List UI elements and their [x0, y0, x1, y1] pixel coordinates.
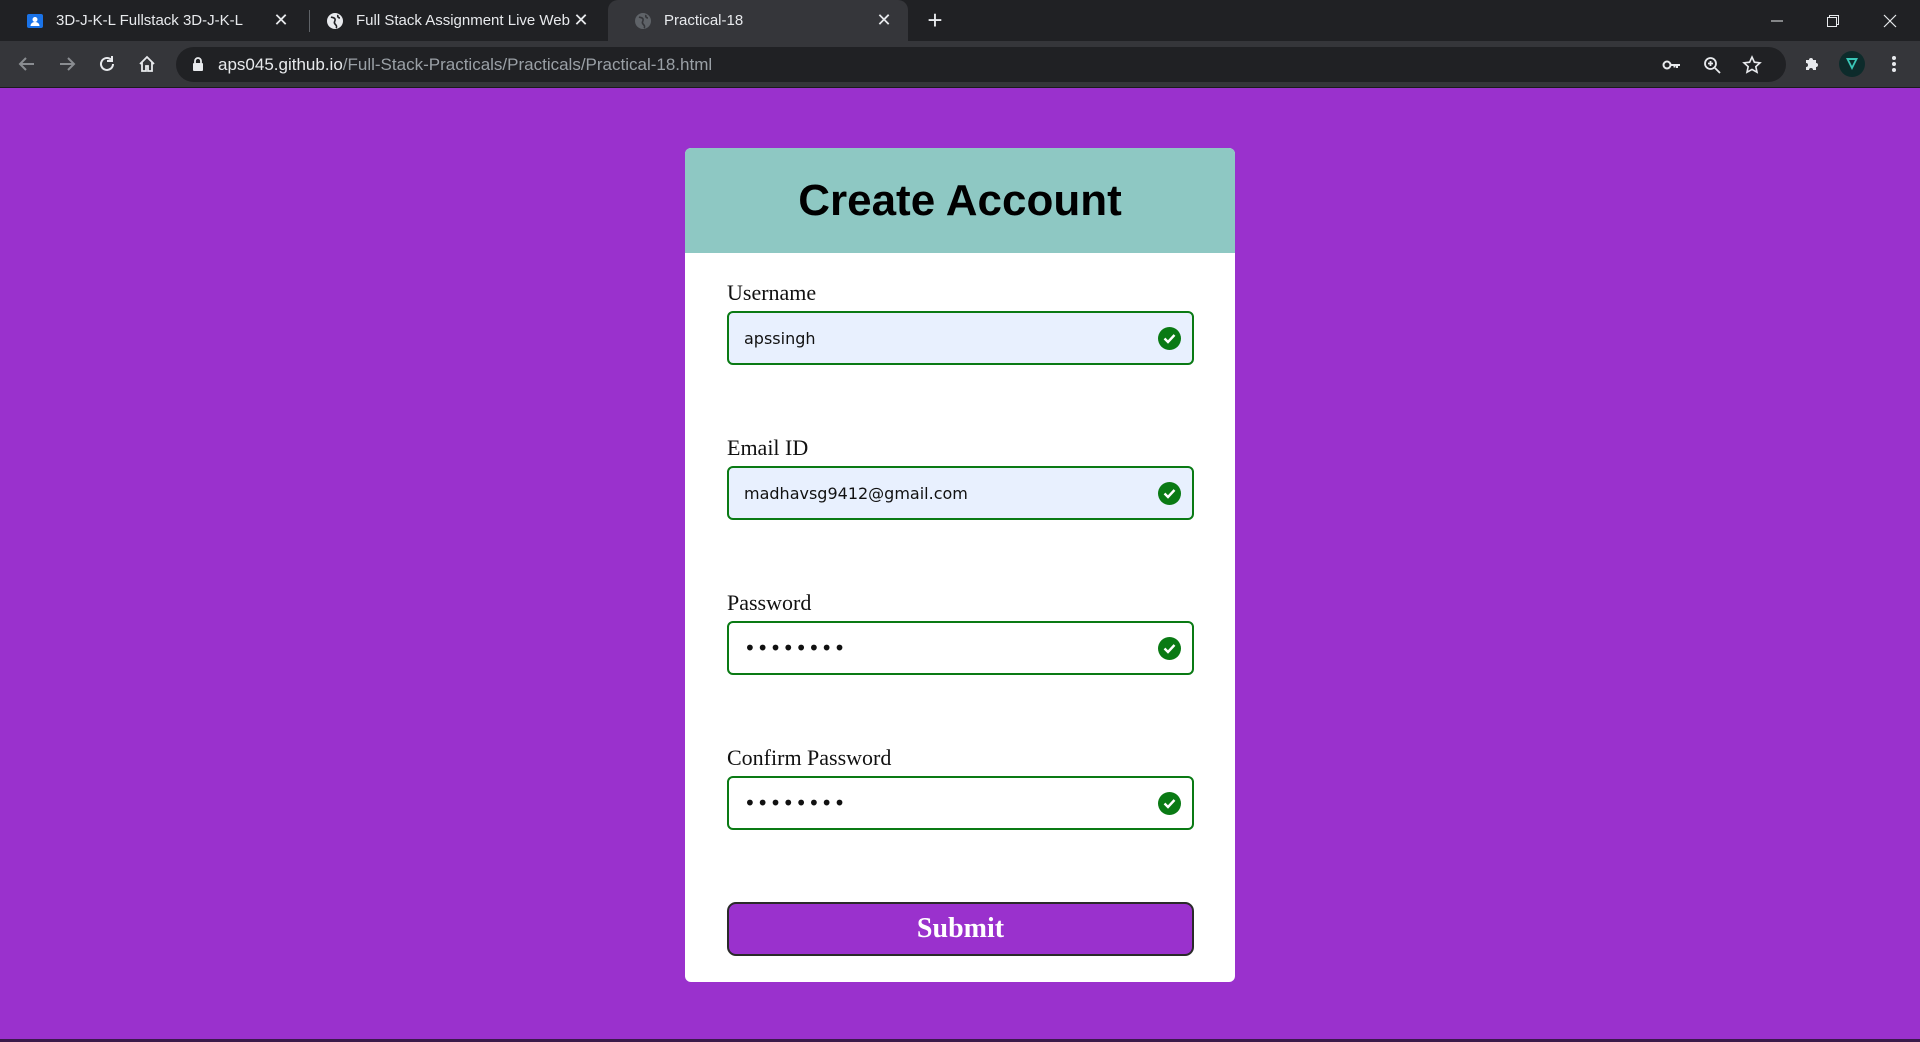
forward-button[interactable] — [52, 49, 82, 79]
username-input-wrapper — [727, 311, 1194, 365]
password-label: Password — [727, 590, 812, 615]
avatar — [1839, 51, 1865, 77]
email-input-wrapper — [727, 466, 1194, 520]
menu-button[interactable] — [1879, 49, 1909, 79]
tab-title: 3D-J-K-L Fullstack 3D-J-K-L — [56, 12, 243, 29]
check-icon — [1158, 792, 1181, 815]
bookmark-star-icon[interactable] — [1741, 54, 1763, 76]
confirm-password-label: Confirm Password — [727, 745, 892, 770]
minimize-icon — [1771, 20, 1783, 21]
submit-button[interactable]: Submit — [727, 902, 1194, 956]
tab-close-icon[interactable]: ✕ — [874, 10, 894, 31]
restore-icon — [1827, 14, 1839, 27]
page-title: Create Account — [798, 175, 1122, 225]
check-icon — [1158, 637, 1181, 660]
confirm-password-field: Confirm Password — [727, 745, 1194, 830]
minimize-button[interactable] — [1749, 0, 1805, 41]
profile-button[interactable] — [1837, 49, 1867, 79]
username-input[interactable] — [729, 313, 1192, 363]
url-host: aps045.github.io — [218, 54, 343, 74]
address-bar[interactable]: aps045.github.io/Full-Stack-Practicals/P… — [176, 47, 1786, 82]
tab-practical-18[interactable]: Practical-18 ✕ — [608, 0, 908, 41]
signup-card: Create Account Username Email ID Passwor… — [685, 148, 1235, 982]
new-tab-button[interactable]: + — [922, 7, 948, 34]
password-field: Password — [727, 590, 1194, 675]
reload-icon — [100, 56, 114, 71]
zoom-icon[interactable] — [1701, 54, 1723, 76]
key-icon[interactable] — [1661, 54, 1683, 76]
tab-title: Full Stack Assignment Live WebPage — [356, 12, 571, 29]
close-window-button[interactable] — [1862, 0, 1918, 41]
lock-icon[interactable] — [190, 57, 206, 73]
reload-button[interactable] — [92, 49, 122, 79]
tab-assignment[interactable]: Full Stack Assignment Live WebPage ✕ — [300, 0, 605, 41]
restore-button[interactable] — [1805, 0, 1861, 41]
check-icon — [1158, 482, 1181, 505]
back-arrow-icon — [18, 57, 34, 71]
email-label: Email ID — [727, 435, 809, 460]
tab-strip: 3D-J-K-L Fullstack 3D-J-K-L ✕ Full Stack… — [0, 0, 1920, 41]
back-button[interactable] — [12, 49, 42, 79]
url-text: aps045.github.io/Full-Stack-Practicals/P… — [218, 55, 712, 75]
check-icon — [1158, 327, 1181, 350]
tab-title: Practical-18 — [664, 12, 744, 29]
home-icon — [139, 55, 155, 72]
password-input[interactable] — [729, 623, 1192, 673]
card-header: Create Account — [685, 148, 1235, 253]
username-label: Username — [727, 280, 817, 305]
confirm-password-input[interactable] — [729, 778, 1192, 828]
confirm-password-input-wrapper — [727, 776, 1194, 830]
username-field: Username — [727, 280, 1194, 365]
browser-toolbar: aps045.github.io/Full-Stack-Practicals/P… — [0, 41, 1920, 88]
home-button[interactable] — [132, 49, 162, 79]
globe-icon — [326, 12, 344, 30]
tab-close-icon[interactable]: ✕ — [571, 10, 591, 31]
kebab-menu-icon — [1892, 56, 1896, 72]
extensions-button[interactable] — [1797, 49, 1827, 79]
password-input-wrapper — [727, 621, 1194, 675]
email-field: Email ID — [727, 435, 1194, 520]
puzzle-icon — [1806, 58, 1818, 70]
tab-classroom[interactable]: 3D-J-K-L Fullstack 3D-J-K-L ✕ — [0, 0, 305, 41]
globe-icon — [634, 12, 652, 30]
email-input[interactable] — [729, 468, 1192, 518]
url-path: /Full-Stack-Practicals/Practicals/Practi… — [342, 54, 713, 74]
google-classroom-icon — [26, 12, 44, 30]
close-icon — [1883, 14, 1897, 27]
forward-arrow-icon — [60, 57, 76, 71]
tab-close-icon[interactable]: ✕ — [271, 10, 291, 31]
